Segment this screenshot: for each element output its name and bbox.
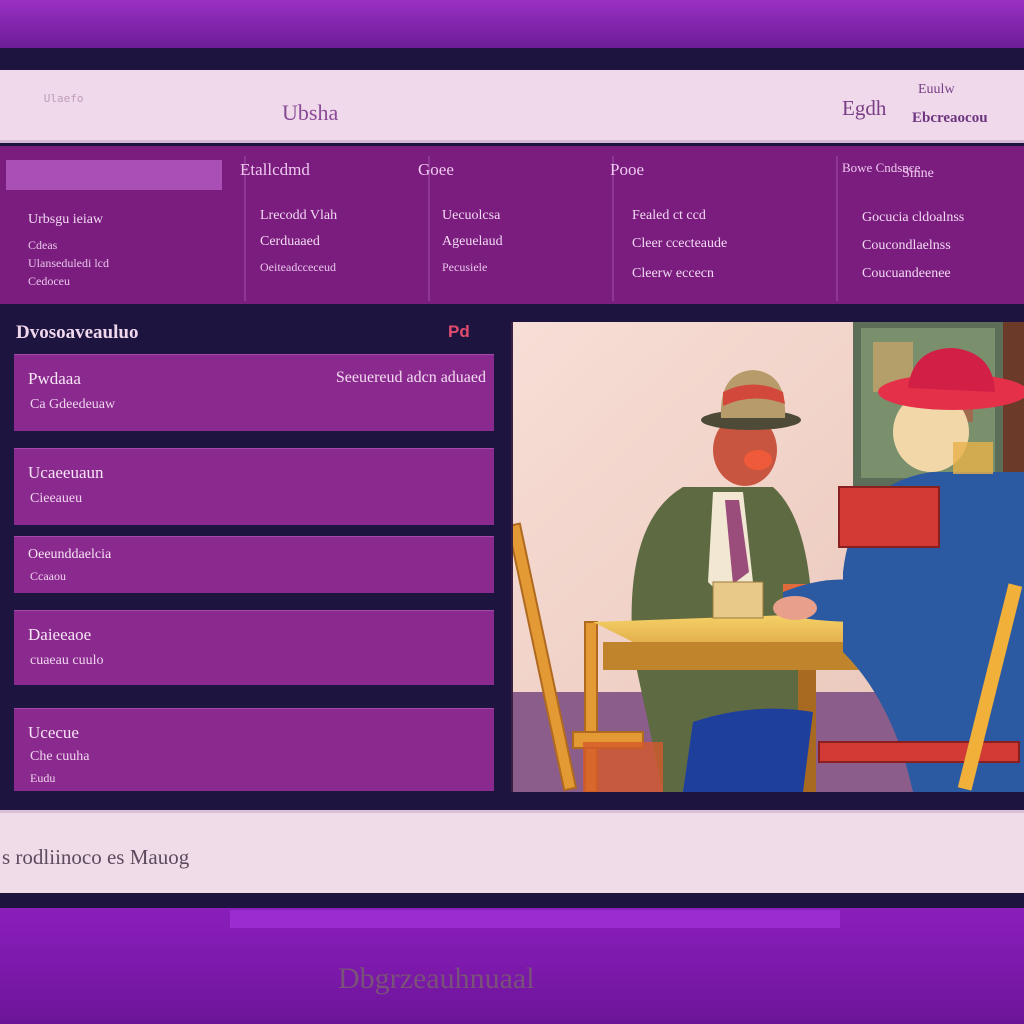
logo-text: Ulaefo [43, 92, 84, 105]
nav-link[interactable]: Cleer ccecteaude [632, 236, 727, 252]
nav-link[interactable]: Cerduaaed [260, 234, 320, 250]
list-item[interactable]: Daieeaoe cuaeau cuulo [14, 610, 494, 685]
list-item[interactable]: Ucaeeuaun Cieeaueu [14, 448, 494, 525]
monitor-brand-text: Dbgrzeauhnuaal [338, 962, 535, 995]
nav-link[interactable]: Pecusiele [442, 260, 487, 275]
bezel-highlight [230, 910, 840, 928]
list-item-title: Pwdaaa [28, 369, 81, 388]
footer-bar: s rodliinoco es Mauog [0, 810, 1024, 893]
nav-column-title[interactable]: Goee [418, 160, 454, 180]
nav-link[interactable]: Fealed ct ccd [632, 208, 706, 224]
nav-link[interactable]: Uecuolcsa [442, 208, 500, 224]
list-item-subtitle: Ccaaou [30, 569, 66, 583]
site-header: Ulaefo Ubsha Egdh Euulw Ebcreaocou [0, 70, 1024, 143]
monitor-top-bezel [0, 0, 1024, 50]
monitor-bottom-bezel: Dbgrzeauhnuaal [0, 908, 1024, 1024]
list-item-title: Ucecue [28, 723, 79, 742]
list-item-meta: Seeuereud adcn aduaed [335, 369, 486, 386]
nav-link[interactable]: Lrecodd Vlah [260, 208, 337, 224]
nav-column-title[interactable]: Pooe [610, 160, 644, 180]
nav-left-link[interactable]: Ulanseduledi lcd [28, 256, 109, 271]
nav-link[interactable]: Ageuelaud [442, 234, 503, 250]
logo-wordmark[interactable]: Ulaefo [4, 78, 276, 120]
header-link-top[interactable]: Euulw [918, 82, 955, 98]
nav-link[interactable]: Cleerw eccecn [632, 266, 714, 282]
cafe-scene-illustration [513, 322, 1024, 792]
list-item-subtitle: cuaeau cuulo [30, 653, 104, 668]
nav-left-link[interactable]: Cedoceu [28, 274, 70, 289]
app-window: Ulaefo Ubsha Egdh Euulw Ebcreaocou Urbsg… [0, 48, 1024, 910]
list-item[interactable]: Ucecue Che cuuha Eudu [14, 708, 494, 791]
nav-link[interactable]: Oeiteadcceceud [260, 260, 336, 275]
nav-link[interactable]: Coucondlaelnss [862, 238, 951, 254]
list-item[interactable]: Pwdaaa Seeuereud adcn aduaed Ca Gdeedeua… [14, 354, 494, 431]
search-input[interactable] [6, 160, 222, 190]
list-item[interactable]: Oeeunddaelcia Ccaaou [14, 536, 494, 593]
section-title: Dvosoaveauluo [16, 322, 139, 343]
nav-left-link[interactable]: Urbsgu ieiaw [28, 212, 103, 228]
count-badge: Pd [448, 322, 470, 341]
nav-link[interactable]: Gocucia cldoalnss [862, 210, 964, 226]
nav-column-title[interactable]: Etallcdmd [240, 160, 310, 180]
list-item-title: Daieeaoe [28, 625, 92, 644]
nav-left-link[interactable]: Cdeas [28, 238, 57, 253]
list-item-meta: Eudu [30, 771, 56, 785]
nav-link[interactable]: Coucuandeenee [862, 266, 951, 282]
list-item-subtitle: Cieeaueu [30, 491, 83, 506]
list-item-subtitle: Che cuuha [30, 749, 90, 764]
footer-text[interactable]: s rodliinoco es Mauog [2, 845, 189, 870]
header-link-bottom[interactable]: Ebcreaocou [912, 110, 988, 127]
list-item-subtitle: Ca Gdeedeuaw [30, 397, 116, 412]
brand-name[interactable]: Ubsha [282, 100, 338, 126]
header-link-account[interactable]: Egdh [842, 96, 886, 121]
list-item-title: Ucaeeuaun [28, 463, 104, 482]
nav-divider [836, 156, 838, 301]
list-item-title: Oeeunddaelcia [28, 547, 112, 562]
nav-column-title[interactable]: Sinne [902, 166, 934, 182]
hero-image [511, 322, 1024, 792]
